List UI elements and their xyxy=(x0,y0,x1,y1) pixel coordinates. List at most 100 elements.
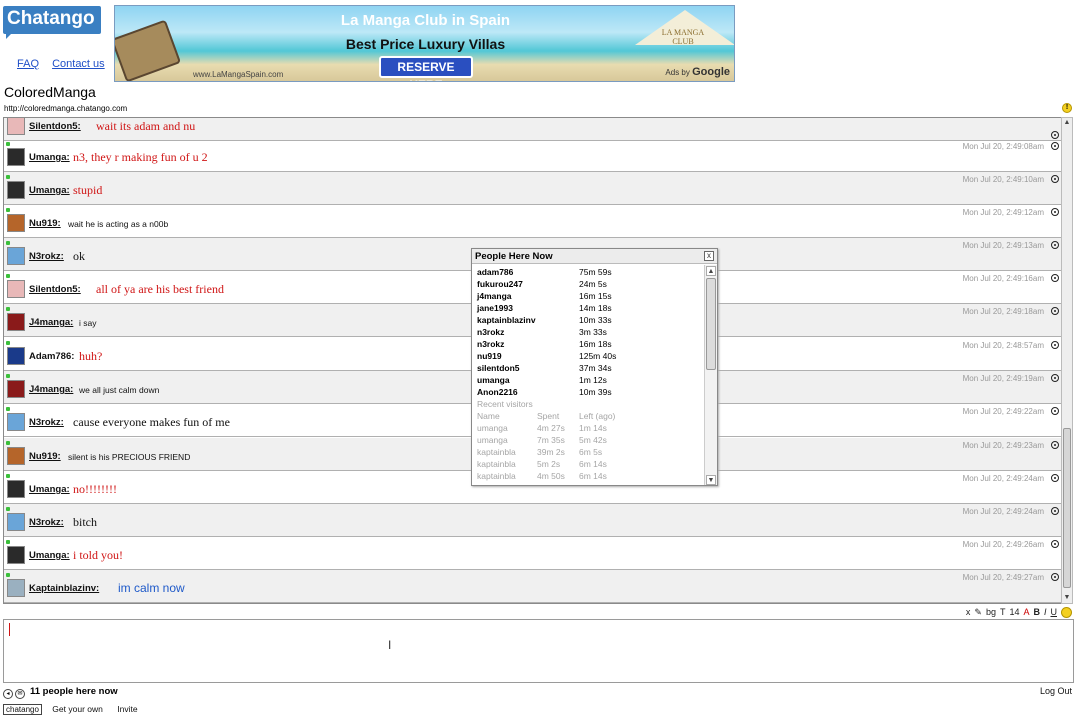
italic-button[interactable]: I xyxy=(1044,607,1047,617)
ad-url: www.LaMangaSpain.com xyxy=(193,70,284,79)
message-username[interactable]: Umanga: xyxy=(29,550,70,561)
message-username[interactable]: Nu919: xyxy=(29,218,61,229)
message-username[interactable]: N3rokz: xyxy=(29,517,64,528)
scroll-thumb[interactable] xyxy=(1063,428,1071,588)
message-username[interactable]: Umanga: xyxy=(29,152,70,163)
popup-scrollbar[interactable]: ▲ ▼ xyxy=(704,265,717,485)
message-options-icon[interactable] xyxy=(1051,507,1059,515)
scroll-down-arrow[interactable]: ▼ xyxy=(1062,593,1072,603)
message-options-icon[interactable] xyxy=(1051,307,1059,315)
message-options-icon[interactable] xyxy=(1051,241,1059,249)
avatar[interactable] xyxy=(7,247,25,265)
room-title: ColoredManga xyxy=(4,84,96,100)
recent-visitors-label: Recent visitors xyxy=(477,399,533,409)
font-size-select[interactable]: 14 xyxy=(1009,607,1019,617)
avatar[interactable] xyxy=(7,480,25,498)
mail-icon[interactable]: ✉ xyxy=(15,689,25,699)
user-time: 10m 39s xyxy=(579,387,612,397)
popup-close-button[interactable]: x xyxy=(704,251,714,261)
message-options-icon[interactable] xyxy=(1051,374,1059,382)
message-options-icon[interactable] xyxy=(1051,208,1059,216)
avatar[interactable] xyxy=(7,579,25,597)
message-text: bitch xyxy=(73,515,97,529)
avatar[interactable] xyxy=(7,513,25,531)
message-options-icon[interactable] xyxy=(1051,540,1059,548)
avatar[interactable] xyxy=(7,347,25,365)
pencil-icon[interactable]: ✎ xyxy=(974,607,982,618)
user-name: n3rokz xyxy=(477,327,505,337)
message-text: wait its adam and nu xyxy=(96,119,196,133)
visitor-left: 6m 5s xyxy=(579,447,603,457)
user-time: 16m 15s xyxy=(579,291,612,301)
chat-message: Nu919: wait he is acting as a n00b Mon Jul… xyxy=(4,205,1061,238)
avatar[interactable] xyxy=(7,313,25,331)
invite-link[interactable]: Invite xyxy=(117,704,137,714)
message-username[interactable]: Umanga: xyxy=(29,484,70,495)
message-options-icon[interactable] xyxy=(1051,341,1059,349)
get-your-own-link[interactable]: Get your own xyxy=(52,704,103,714)
avatar[interactable] xyxy=(7,280,25,298)
message-options-icon[interactable] xyxy=(1051,175,1059,183)
popup-scroll-thumb[interactable] xyxy=(706,278,716,370)
message-options-icon[interactable] xyxy=(1051,474,1059,482)
visitor-left: 6m 14s xyxy=(579,459,607,469)
bg-button[interactable]: bg xyxy=(986,607,996,617)
popup-scroll-up-arrow[interactable]: ▲ xyxy=(706,266,716,276)
message-username[interactable]: J4manga: xyxy=(29,317,73,328)
reserve-button[interactable]: RESERVE HERE xyxy=(379,56,473,81)
avatar[interactable] xyxy=(7,546,25,564)
chat-scrollbar[interactable]: ▲ ▼ xyxy=(1061,117,1073,604)
chatango-footer-logo[interactable]: chatango xyxy=(3,704,42,715)
sound-icon[interactable]: ◂ xyxy=(3,689,13,699)
message-username[interactable]: N3rokz: xyxy=(29,417,64,428)
font-color-button[interactable]: A xyxy=(1023,607,1029,617)
underline-button[interactable]: U xyxy=(1051,607,1058,617)
alert-icon[interactable]: ! xyxy=(1062,103,1072,113)
message-input[interactable]: I xyxy=(3,619,1074,683)
message-options-icon[interactable] xyxy=(1051,573,1059,581)
avatar[interactable] xyxy=(7,148,25,166)
message-username[interactable]: Adam786: xyxy=(29,351,74,362)
popup-scroll-down-arrow[interactable]: ▼ xyxy=(706,475,716,485)
message-options-icon[interactable] xyxy=(1051,441,1059,449)
message-username[interactable]: N3rokz: xyxy=(29,251,64,262)
message-timestamp: Mon Jul 20, 2:49:27am xyxy=(962,573,1044,582)
avatar[interactable] xyxy=(7,447,25,465)
text-color-button[interactable]: T xyxy=(1000,607,1006,617)
avatar[interactable] xyxy=(7,118,25,135)
message-options-icon[interactable] xyxy=(1051,274,1059,282)
visitor-spent: 5m 2s xyxy=(537,459,561,469)
online-indicator-icon xyxy=(6,142,10,146)
message-options-icon[interactable] xyxy=(1051,407,1059,415)
message-username[interactable]: Kaptainblazinv: xyxy=(29,583,99,594)
chatango-logo[interactable]: Chatango xyxy=(3,6,101,34)
avatar[interactable] xyxy=(7,413,25,431)
message-username[interactable]: Silentdon5: xyxy=(29,121,81,132)
smiley-icon[interactable] xyxy=(1061,606,1072,618)
user-name: nu919 xyxy=(477,351,502,361)
online-indicator-icon xyxy=(6,274,10,278)
faq-link[interactable]: FAQ xyxy=(17,58,39,70)
message-username[interactable]: J4manga: xyxy=(29,384,73,395)
message-username[interactable]: Silentdon5: xyxy=(29,284,81,295)
contact-link[interactable]: Contact us xyxy=(52,58,105,70)
avatar[interactable] xyxy=(7,181,25,199)
close-format-button[interactable]: x xyxy=(966,607,971,617)
chat-message: Kaptainblazinv: im calm now Mon Jul 20, 2:… xyxy=(4,570,1061,603)
logout-link[interactable]: Log Out xyxy=(1040,686,1072,696)
room-url[interactable]: http://coloredmanga.chatango.com xyxy=(4,104,127,113)
avatar[interactable] xyxy=(7,214,25,232)
message-options-icon[interactable] xyxy=(1051,142,1059,150)
avatar[interactable] xyxy=(7,380,25,398)
user-name: umanga xyxy=(477,375,510,385)
scroll-up-arrow[interactable]: ▲ xyxy=(1062,118,1072,128)
people-count[interactable]: 11 people here now xyxy=(30,686,118,697)
ad-banner[interactable]: LA MANGA CLUB La Manga Club in Spain Bes… xyxy=(114,5,735,82)
message-username[interactable]: Umanga: xyxy=(29,185,70,196)
chat-message: Umanga: stupid Mon Jul 20, 2:49:10am xyxy=(4,172,1061,205)
message-options-icon[interactable] xyxy=(1051,131,1059,139)
message-username[interactable]: Nu919: xyxy=(29,451,61,462)
message-text: cause everyone makes fun of me xyxy=(73,415,230,429)
bold-button[interactable]: B xyxy=(1033,607,1040,617)
ads-by-google[interactable]: Ads by Google xyxy=(665,66,730,78)
